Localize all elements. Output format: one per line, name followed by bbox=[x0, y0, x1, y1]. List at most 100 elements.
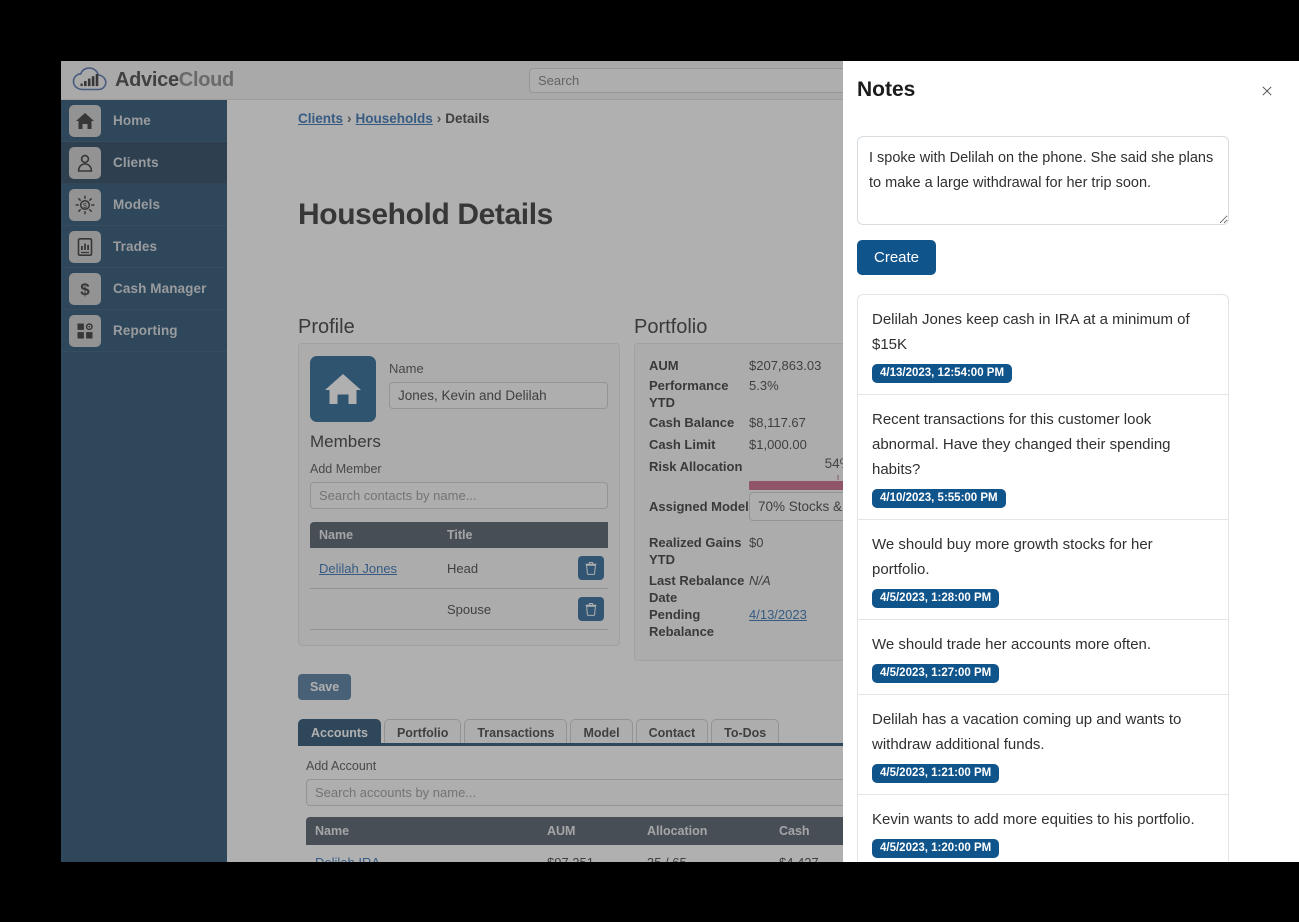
home-icon bbox=[69, 104, 101, 137]
members-title: Members bbox=[310, 432, 381, 451]
note-date-badge: 4/5/2023, 1:21:00 PM bbox=[872, 764, 1000, 783]
breadcrumb-separator: › bbox=[347, 111, 352, 126]
tab-bar: Accounts Portfolio Transactions Model Co… bbox=[298, 717, 782, 745]
logo-word-advice: Advice bbox=[115, 68, 179, 91]
list-item[interactable]: Delilah Jones keep cash in IRA at a mini… bbox=[858, 295, 1228, 395]
app-logo-text: AdviceCloud bbox=[115, 69, 234, 92]
portfolio-label-aum: AUM bbox=[649, 358, 679, 373]
breadcrumb-link-clients[interactable]: Clients bbox=[298, 111, 343, 126]
portfolio-label-assigned-model: Assigned Model bbox=[649, 499, 749, 514]
note-date-badge: 4/13/2023, 12:54:00 PM bbox=[872, 364, 1013, 383]
grid-gear-icon bbox=[69, 314, 101, 347]
list-item[interactable]: Kevin wants to add more equities to his … bbox=[858, 795, 1228, 862]
name-label: Name bbox=[389, 361, 424, 376]
table-header-row: Name Title bbox=[310, 522, 608, 548]
member-search-input[interactable] bbox=[310, 482, 608, 509]
accounts-col-name: Name bbox=[306, 817, 538, 845]
portfolio-label-realized-gains-ytd: Realized Gains YTD bbox=[649, 535, 742, 567]
table-row: Spouse bbox=[310, 588, 608, 630]
sidebar-item-models[interactable]: $ Models bbox=[61, 184, 227, 226]
tab-contact[interactable]: Contact bbox=[635, 719, 709, 745]
portfolio-value-last-rebalance-date: N/A bbox=[749, 573, 771, 588]
portfolio-value-cash-limit: $1,000.00 bbox=[749, 437, 807, 452]
household-avatar bbox=[310, 356, 376, 422]
members-col-title: Title bbox=[438, 522, 536, 548]
sidebar-item-label: Reporting bbox=[113, 323, 178, 338]
trash-icon[interactable] bbox=[578, 597, 604, 621]
portfolio-section-title: Portfolio bbox=[634, 316, 708, 338]
breadcrumb-current-details: Details bbox=[445, 111, 490, 126]
list-item[interactable]: Delilah has a vacation coming up and wan… bbox=[858, 695, 1228, 795]
app-logo[interactable]: AdviceCloud bbox=[70, 61, 234, 99]
note-date-badge: 4/10/2023, 5:55:00 PM bbox=[872, 489, 1006, 508]
sidebar-item-reporting[interactable]: Reporting bbox=[61, 310, 227, 352]
person-icon bbox=[69, 146, 101, 179]
note-text: We should buy more growth stocks for her… bbox=[872, 536, 1153, 578]
cloud-chart-logo-icon bbox=[72, 67, 107, 91]
list-item[interactable]: Recent transactions for this customer lo… bbox=[858, 395, 1228, 520]
account-name-link[interactable]: Delilah IRA bbox=[315, 855, 380, 862]
account-name-cell: Delilah IRA bbox=[306, 845, 538, 862]
portfolio-label-risk-allocation: Risk Allocation bbox=[649, 459, 743, 474]
logo-word-cloud: Cloud bbox=[178, 68, 234, 91]
notes-list: Delilah Jones keep cash in IRA at a mini… bbox=[857, 294, 1229, 862]
notes-panel-title: Notes bbox=[857, 78, 916, 101]
portfolio-label-last-rebalance-date: Last Rebalance Date bbox=[649, 573, 745, 605]
note-text: Kevin wants to add more equities to his … bbox=[872, 811, 1195, 828]
member-name-cell bbox=[310, 588, 438, 630]
household-name-input[interactable] bbox=[389, 382, 608, 409]
accounts-col-aum: AUM bbox=[538, 817, 638, 845]
sidebar-item-trades[interactable]: Trades bbox=[61, 226, 227, 268]
profile-section-title: Profile bbox=[298, 316, 355, 338]
sidebar-item-label: Home bbox=[113, 113, 151, 128]
pending-rebalance-link[interactable]: 4/13/2023 bbox=[749, 607, 807, 622]
members-col-actions bbox=[536, 522, 608, 548]
note-text-input[interactable] bbox=[857, 136, 1229, 225]
portfolio-label-performance-ytd: Performance YTD bbox=[649, 378, 729, 410]
note-date-badge: 4/5/2023, 1:28:00 PM bbox=[872, 589, 1000, 608]
note-date-badge: 4/5/2023, 1:20:00 PM bbox=[872, 839, 1000, 858]
sidebar-nav: Home Clients $ Models Trades $ Cash Mana… bbox=[61, 100, 227, 862]
create-note-button[interactable]: Create bbox=[857, 240, 937, 275]
add-account-label: Add Account bbox=[306, 759, 377, 773]
tab-to-dos[interactable]: To-Dos bbox=[711, 719, 780, 745]
sidebar-item-label: Clients bbox=[113, 155, 159, 170]
sidebar-item-clients[interactable]: Clients bbox=[61, 142, 227, 184]
portfolio-value-pending-rebalance: 4/13/2023 bbox=[749, 606, 807, 623]
member-actions-cell bbox=[536, 548, 608, 589]
account-aum-cell: $97,251 bbox=[538, 845, 638, 862]
members-col-name: Name bbox=[310, 522, 438, 548]
tab-model[interactable]: Model bbox=[570, 719, 633, 745]
tab-portfolio[interactable]: Portfolio bbox=[383, 719, 462, 745]
member-name-cell: Delilah Jones bbox=[310, 548, 438, 589]
close-icon[interactable] bbox=[1255, 79, 1279, 103]
list-item[interactable]: We should trade her accounts more often.… bbox=[858, 620, 1228, 695]
app-window: AdviceCloud Home Clients $ bbox=[61, 61, 1299, 862]
dollar-icon: $ bbox=[69, 272, 101, 305]
tab-transactions[interactable]: Transactions bbox=[464, 719, 568, 745]
member-title-cell: Spouse bbox=[438, 588, 536, 630]
breadcrumb-link-households[interactable]: Households bbox=[356, 111, 433, 126]
portfolio-value-realized-gains-ytd: $0 bbox=[749, 535, 764, 550]
svg-text:$: $ bbox=[83, 203, 87, 210]
page-title: Household Details bbox=[298, 198, 553, 232]
portfolio-label-cash-limit: Cash Limit bbox=[649, 437, 716, 452]
note-text: We should trade her accounts more often. bbox=[872, 636, 1152, 653]
member-actions-cell bbox=[536, 588, 608, 630]
sidebar-item-cash-manager[interactable]: $ Cash Manager bbox=[61, 268, 227, 310]
member-title-cell: Head bbox=[438, 548, 536, 589]
risk-tick-growth bbox=[837, 475, 839, 480]
document-chart-icon bbox=[69, 230, 101, 263]
portfolio-label-cash-balance: Cash Balance bbox=[649, 415, 735, 430]
member-name-link[interactable]: Delilah Jones bbox=[319, 561, 397, 576]
save-button[interactable]: Save bbox=[298, 674, 352, 700]
sidebar-item-home[interactable]: Home bbox=[61, 100, 227, 142]
members-table: Name Title Delilah Jones Head Spouse bbox=[310, 522, 608, 630]
portfolio-value-aum: $207,863.03 bbox=[749, 358, 822, 373]
portfolio-value-performance-ytd: 5.3% bbox=[749, 378, 779, 393]
breadcrumb: Clients › Households › Details bbox=[298, 111, 490, 126]
list-item[interactable]: We should buy more growth stocks for her… bbox=[858, 520, 1228, 620]
note-text: Recent transactions for this customer lo… bbox=[872, 411, 1171, 478]
tab-accounts[interactable]: Accounts bbox=[298, 719, 381, 745]
trash-icon[interactable] bbox=[578, 556, 604, 580]
